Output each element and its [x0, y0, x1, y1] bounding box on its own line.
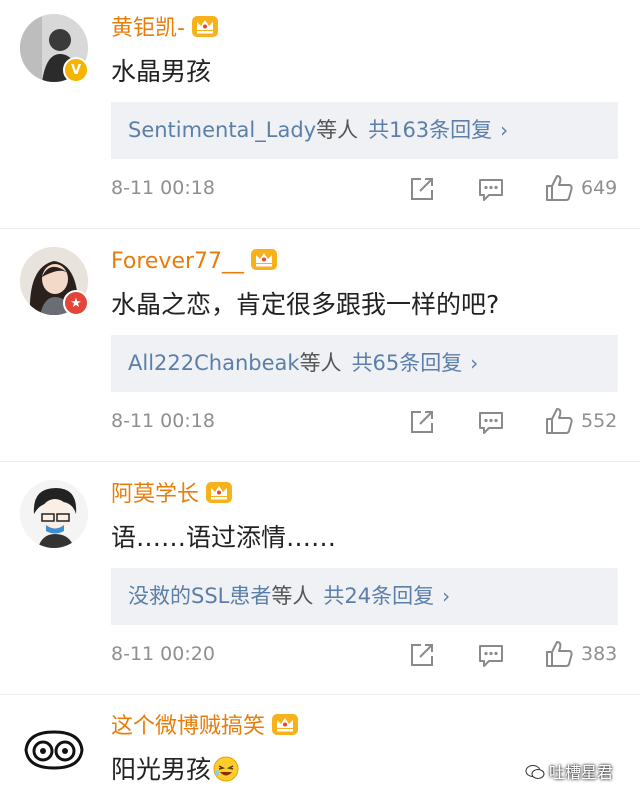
- chevron-right-icon: ›: [470, 351, 479, 375]
- replies-summary[interactable]: 没救的SSL患者等人 共24条回复 ›: [111, 568, 618, 625]
- comment-item: V 黄钜凯- 水晶男孩 Sentimental_Lady等人 共163条回复 › 8…: [0, 0, 640, 228]
- comment-text: 水晶男孩: [111, 57, 212, 86]
- comment-text-content: 阳光男孩: [111, 755, 212, 784]
- divider: [0, 228, 640, 229]
- share-icon[interactable]: [408, 641, 436, 669]
- comment-icon[interactable]: [477, 641, 505, 669]
- username[interactable]: 黄钜凯-: [111, 14, 219, 42]
- username-text[interactable]: Forever77__: [111, 249, 244, 274]
- laughing-emoji-icon: [213, 756, 239, 782]
- star-badge-icon: ★: [63, 290, 89, 316]
- user-avatar[interactable]: [20, 480, 88, 548]
- username[interactable]: Forever77__: [111, 247, 278, 275]
- comment-meta: 8-11 00:18 649: [111, 171, 621, 205]
- thumbs-up-icon[interactable]: [544, 639, 574, 669]
- reply-usernames[interactable]: All222Chanbeak: [128, 351, 300, 375]
- reply-suffix: 等人: [271, 584, 314, 608]
- username[interactable]: 这个微博贼搞笑: [111, 712, 299, 740]
- replies-summary[interactable]: Sentimental_Lady等人 共163条回复 ›: [111, 102, 618, 159]
- verified-badge-icon: V: [63, 57, 89, 83]
- reply-count[interactable]: 共65条回复: [352, 351, 463, 375]
- username-text[interactable]: 阿莫学长: [111, 482, 199, 507]
- reply-count[interactable]: 共24条回复: [323, 584, 434, 608]
- username-text[interactable]: 这个微博贼搞笑: [111, 714, 265, 739]
- thumbs-up-icon[interactable]: [544, 173, 574, 203]
- reply-suffix: 等人: [316, 118, 359, 142]
- reply-usernames[interactable]: 没救的SSL患者: [128, 584, 271, 608]
- crown-icon: [205, 480, 233, 504]
- crown-icon: [250, 247, 278, 271]
- comment-meta: 8-11 00:20 383: [111, 637, 621, 671]
- crown-icon: [191, 14, 219, 38]
- comment-text: 水晶之恋，肯定很多跟我一样的吧?: [111, 290, 500, 319]
- wechat-icon: [525, 765, 545, 779]
- chevron-right-icon: ›: [442, 584, 451, 608]
- comment-icon[interactable]: [477, 408, 505, 436]
- divider: [0, 461, 640, 462]
- like-count: 552: [581, 410, 618, 432]
- username[interactable]: 阿莫学长: [111, 480, 233, 508]
- comment-time: 8-11 00:20: [111, 643, 215, 665]
- comment-meta: 8-11 00:18 552: [111, 404, 621, 438]
- reply-usernames[interactable]: Sentimental_Lady: [128, 118, 316, 142]
- comment-icon[interactable]: [477, 175, 505, 203]
- comment-time: 8-11 00:18: [111, 410, 215, 432]
- user-avatar[interactable]: [20, 712, 88, 780]
- comment-item: 阿莫学长 语……语过添情…… 没救的SSL患者等人 共24条回复 › 8-11 00…: [0, 466, 640, 694]
- comment-text: 语……语过添情……: [111, 523, 337, 552]
- crown-icon: [271, 712, 299, 736]
- reply-count[interactable]: 共163条回复: [368, 118, 492, 142]
- reply-suffix: 等人: [299, 351, 342, 375]
- username-text[interactable]: 黄钜凯-: [111, 16, 185, 41]
- thumbs-up-icon[interactable]: [544, 406, 574, 436]
- comment-item: ★ Forever77__ 水晶之恋，肯定很多跟我一样的吧? All222Cha…: [0, 233, 640, 461]
- replies-summary[interactable]: All222Chanbeak等人 共65条回复 ›: [111, 335, 618, 392]
- comment-text: 阳光男孩: [111, 753, 239, 787]
- like-count: 383: [581, 643, 618, 665]
- chevron-right-icon: ›: [500, 118, 509, 142]
- divider: [0, 694, 640, 695]
- like-count: 649: [581, 177, 618, 199]
- watermark-text: 吐槽星君: [549, 763, 614, 782]
- comment-time: 8-11 00:18: [111, 177, 215, 199]
- share-icon[interactable]: [408, 408, 436, 436]
- share-icon[interactable]: [408, 175, 436, 203]
- watermark: 吐槽星君: [525, 758, 613, 788]
